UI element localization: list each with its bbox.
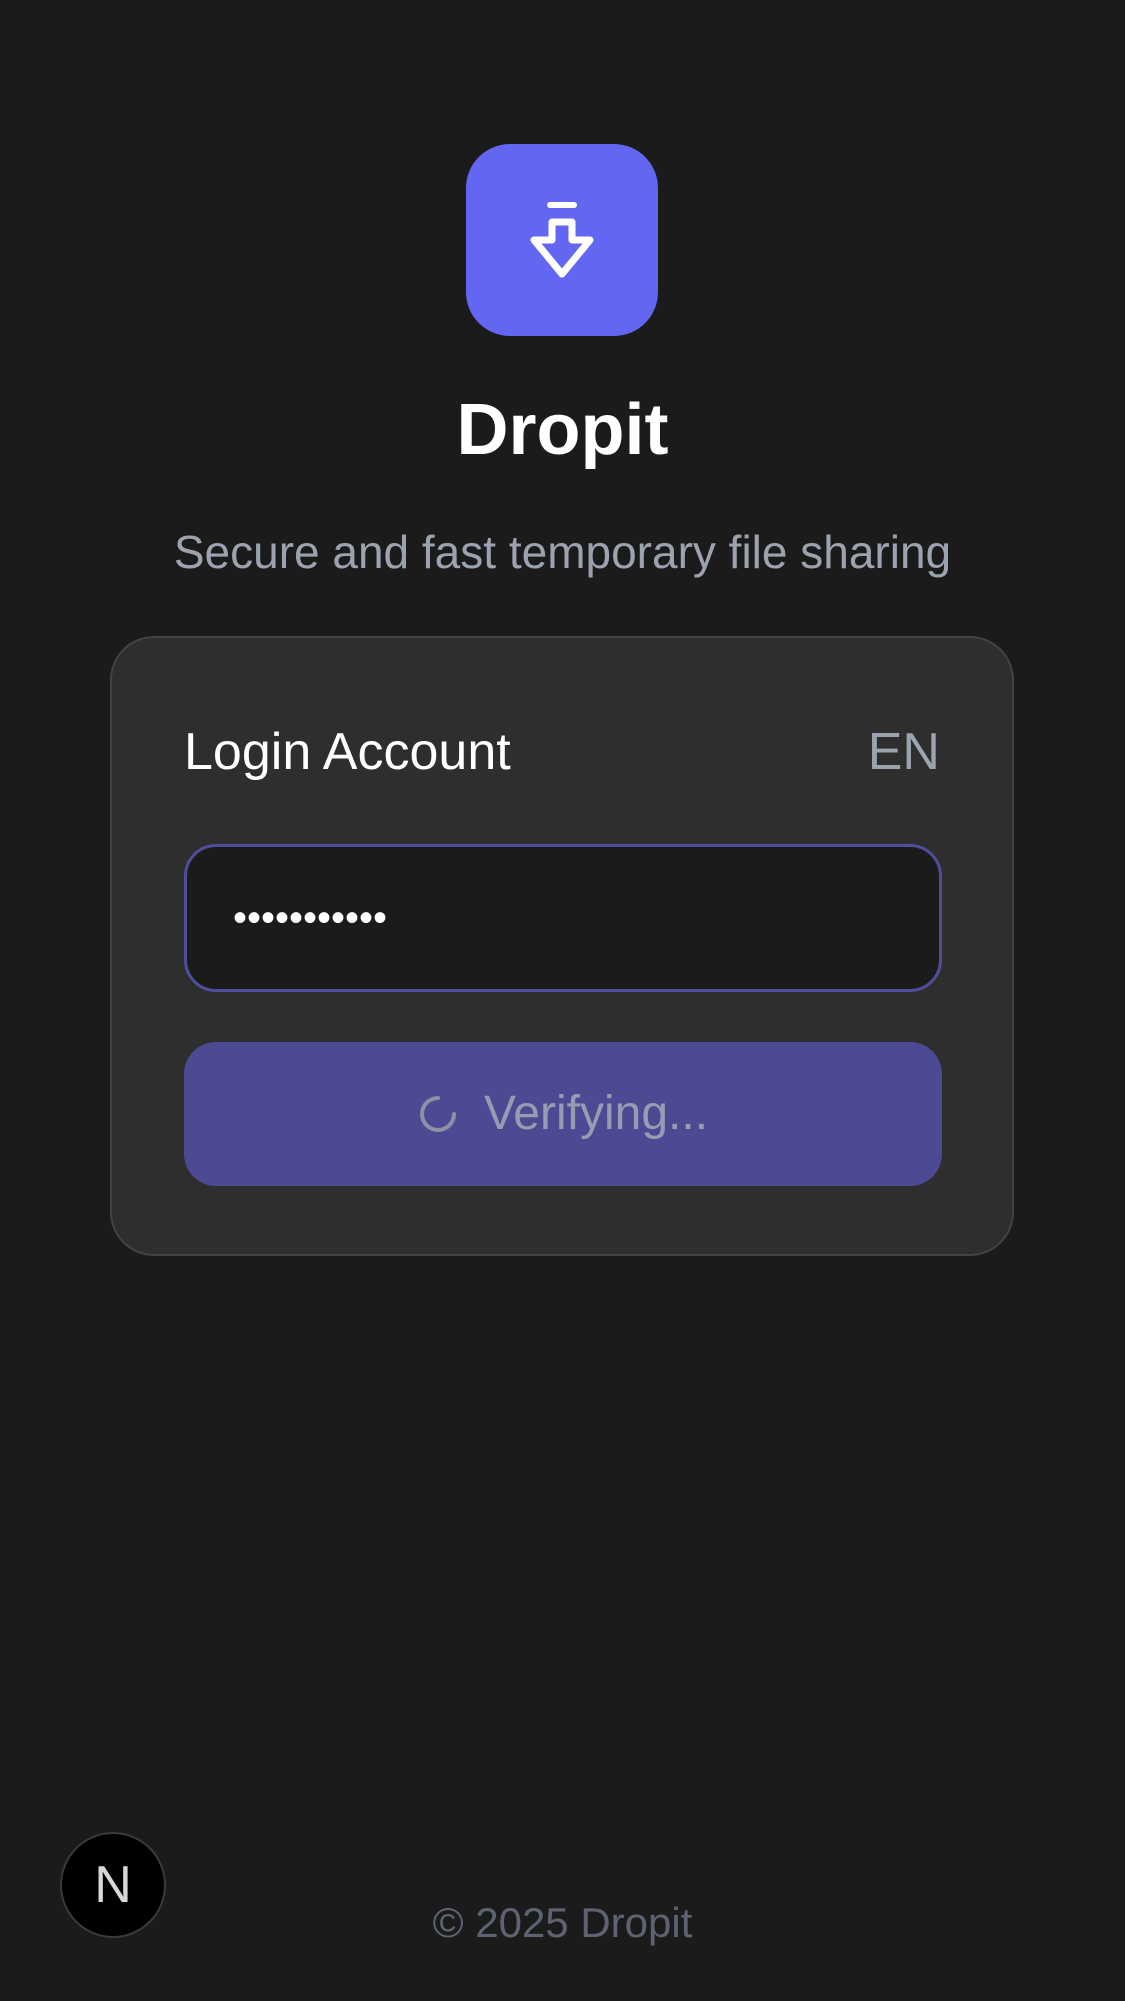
login-card: Login Account EN ••••••••••• Verifying..… <box>110 636 1014 1256</box>
login-page: Dropit Secure and fast temporary file sh… <box>0 0 1125 2001</box>
loading-spinner-icon <box>419 1096 456 1132</box>
app-tagline: Secure and fast temporary file sharing <box>173 526 952 578</box>
password-input[interactable]: ••••••••••• <box>184 844 942 992</box>
app-title: Dropit <box>456 390 669 470</box>
login-title: Login Account <box>184 723 511 781</box>
language-toggle[interactable]: EN <box>868 722 940 782</box>
download-arrow-icon <box>530 202 594 278</box>
password-value: ••••••••••• <box>233 896 388 940</box>
footer-copyright: © 2025 Dropit <box>432 1899 693 1946</box>
app-logo <box>466 144 658 336</box>
login-submit-button[interactable]: Verifying... <box>184 1042 942 1186</box>
login-submit-label: Verifying... <box>483 1087 709 1140</box>
